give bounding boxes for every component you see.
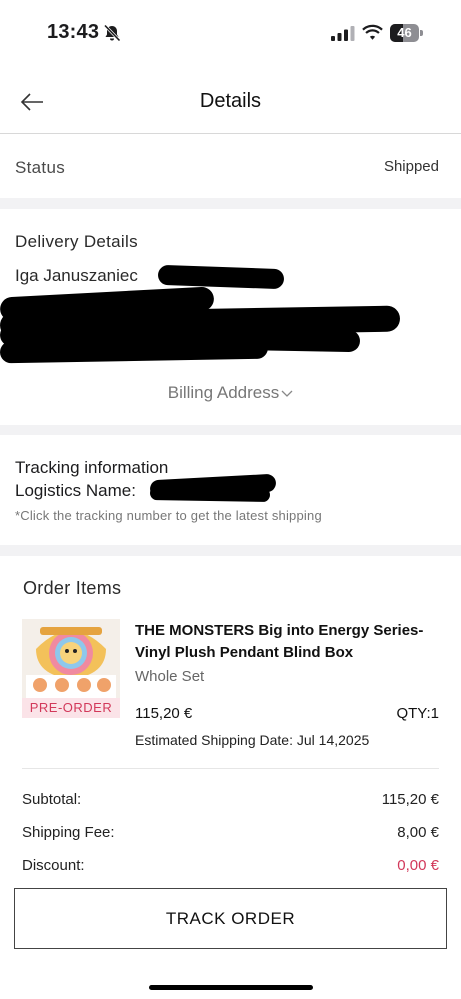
discount-label: Discount: [22, 857, 85, 874]
tracking-section: Tracking information Logistics Name: *Cl… [0, 435, 461, 545]
product-name[interactable]: THE MONSTERS Big into Energy Series-Viny… [135, 620, 440, 664]
delivery-title: Delivery Details [15, 232, 138, 251]
wifi-icon [362, 24, 383, 40]
tracking-number-link[interactable] [149, 485, 271, 503]
status-bar: 13:43 46 [0, 0, 461, 64]
status-value: Shipped [383, 158, 439, 175]
subtotal-label: Subtotal: [22, 791, 82, 808]
logistics-label: Logistics Name: [15, 481, 136, 500]
delivery-section: Delivery Details Iga Januszaniec Billing… [0, 209, 461, 425]
status-time: 13:43 [47, 21, 100, 43]
track-order-button[interactable]: TRACK ORDER [14, 888, 447, 949]
recipient-name: Iga Januszaniec [15, 266, 138, 285]
preorder-badge: PRE-ORDER [22, 698, 120, 718]
status-section: Status Shipped [0, 135, 461, 198]
section-divider [0, 545, 461, 556]
chevron-down-icon [281, 390, 293, 397]
discount-value: 0,00 € [397, 857, 439, 874]
discount-row: Discount: 0,00 € [22, 857, 439, 877]
home-indicator[interactable] [149, 985, 313, 990]
cellular-signal-icon [331, 26, 355, 41]
section-divider [0, 198, 461, 209]
summary-divider [22, 768, 439, 769]
product-qty: QTY:1 [396, 705, 439, 722]
battery-icon: 46 [390, 24, 423, 42]
estimated-shipping-date: Estimated Shipping Date: Jul 14,2025 [135, 732, 370, 748]
section-divider [0, 425, 461, 435]
redaction-mark [157, 264, 285, 290]
order-items-section: Order Items PRE-ORDER THE MONSTERS Big i… [0, 556, 461, 999]
billing-address-label: Billing Address [167, 383, 280, 402]
billing-address-toggle[interactable]: Billing Address [0, 383, 461, 403]
subtotal-value: 115,20 € [381, 791, 439, 808]
product-variant: Whole Set [135, 668, 205, 685]
redaction-mark [0, 336, 269, 364]
page-title: Details [199, 90, 262, 112]
bell-slash-icon [103, 24, 121, 42]
shipping-fee-row: Shipping Fee: 8,00 € [22, 824, 439, 844]
tracking-note: *Click the tracking number to get the la… [15, 508, 322, 523]
order-items-title: Order Items [23, 578, 122, 598]
shipping-fee-value: 8,00 € [397, 824, 439, 841]
tracking-title: Tracking information [15, 458, 169, 477]
nav-header: Details [0, 70, 461, 134]
product-price: 115,20 € [135, 705, 193, 722]
status-label: Status [15, 158, 65, 177]
battery-level: 46 [397, 25, 412, 40]
subtotal-row: Subtotal: 115,20 € [22, 791, 439, 811]
shipping-fee-label: Shipping Fee: [22, 824, 115, 841]
